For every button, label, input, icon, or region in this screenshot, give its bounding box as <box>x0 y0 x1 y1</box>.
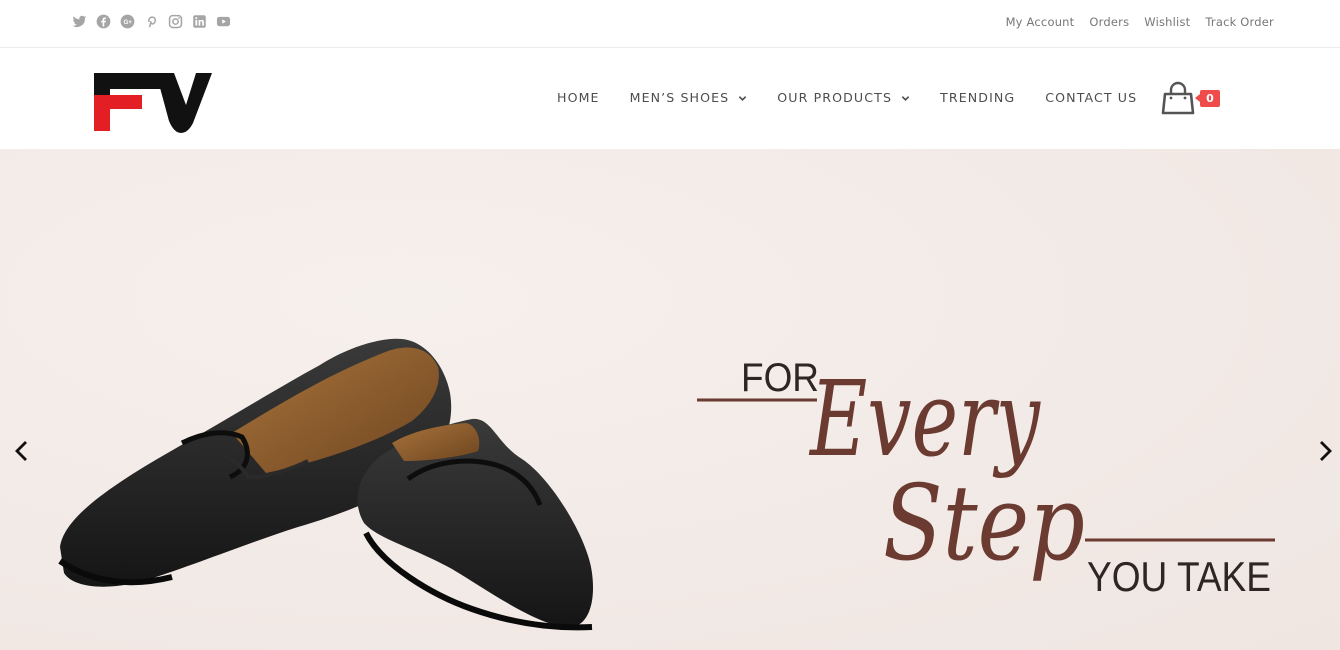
cart-count-badge: 0 <box>1195 90 1220 107</box>
nav-trending-label: TRENDING <box>940 90 1016 105</box>
slider-next-arrow-icon[interactable] <box>1313 439 1337 463</box>
nav-home[interactable]: HOME <box>557 90 600 105</box>
nav-contact-us[interactable]: CONTACT US <box>1045 90 1137 105</box>
linkedin-icon[interactable] <box>192 14 207 29</box>
google-plus-icon[interactable]: G+ <box>120 14 135 29</box>
nav-contact-us-label: CONTACT US <box>1045 90 1138 105</box>
loafer-shoes-image <box>58 338 594 631</box>
hero-you-take-text: YOU TAKE <box>1087 553 1271 600</box>
slider-prev-arrow-icon[interactable] <box>10 439 34 463</box>
top-bar: G+ My Account Orders Wishlist Track Orde… <box>0 0 1340 48</box>
my-account-link[interactable]: My Account <box>1006 15 1075 29</box>
nav-home-label: HOME <box>557 90 600 105</box>
nav-our-products[interactable]: OUR PRODUCTS <box>777 90 910 105</box>
nav-mens-shoes[interactable]: MEN’S SHOES <box>630 90 748 105</box>
cart-button[interactable]: 0 <box>1160 81 1222 117</box>
instagram-icon[interactable] <box>168 14 183 29</box>
twitter-icon[interactable] <box>72 14 87 29</box>
hero-for-text: FOR <box>741 356 819 400</box>
hero-slider: FOR Every Step YOU TAKE <box>0 149 1340 650</box>
chevron-down-icon <box>901 95 910 101</box>
track-order-link[interactable]: Track Order <box>1205 15 1274 29</box>
facebook-icon[interactable] <box>96 14 111 29</box>
nav-trending[interactable]: TRENDING <box>940 90 1015 105</box>
svg-text:G+: G+ <box>123 19 132 26</box>
chevron-down-icon <box>739 95 747 101</box>
main-nav: HOME MEN’S SHOES OUR PRODUCTS TRENDING C… <box>557 90 1137 105</box>
account-links: My Account Orders Wishlist Track Order <box>1006 15 1274 29</box>
pinterest-icon[interactable] <box>144 14 159 29</box>
nav-mens-shoes-label: MEN’S SHOES <box>629 90 730 105</box>
wishlist-link[interactable]: Wishlist <box>1144 15 1190 29</box>
social-links: G+ <box>72 14 231 29</box>
youtube-icon[interactable] <box>216 14 231 29</box>
orders-link[interactable]: Orders <box>1089 15 1129 29</box>
shopping-bag-icon <box>1161 81 1195 115</box>
hero-tagline: FOR Every Step YOU TAKE <box>697 356 1275 600</box>
brand-logo[interactable] <box>92 71 214 133</box>
hero-step-text: Step <box>883 462 1085 584</box>
nav-our-products-label: OUR PRODUCTS <box>777 90 893 105</box>
site-header: HOME MEN’S SHOES OUR PRODUCTS TRENDING C… <box>0 49 1340 149</box>
